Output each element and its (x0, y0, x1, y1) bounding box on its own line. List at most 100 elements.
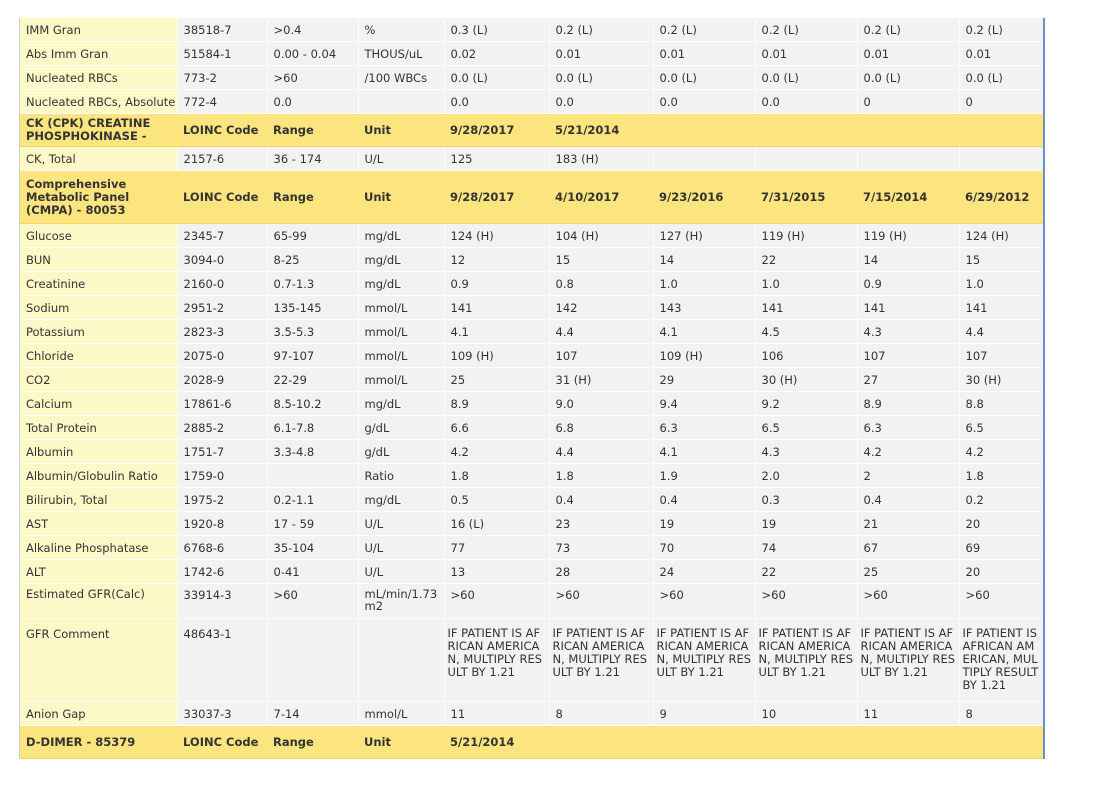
cell-value-3: 9 (653, 701, 756, 726)
cell-value-1: 109 (H) (444, 343, 550, 368)
cell-value-4: 0.2 (L) (755, 18, 858, 42)
cell-loinc: 3094-0 (177, 247, 268, 272)
cell-range: 135-145 (267, 295, 359, 320)
cell-value-5 (857, 146, 960, 171)
table-row: Albumin 1751-7 3.3-4.8 g/dL 4.2 4.4 4.1 4.3 4.2 4… (20, 439, 1043, 464)
cell-value-3: 143 (653, 295, 756, 320)
table-row: Calcium 17861-6 8.5-10.2 mg/dL 8.9 9.0 9.4 9.2 8… (20, 391, 1043, 416)
lab-results-table: IMM Gran 38518-7 >0.4% 0.3 (L) 0.2 (L) 0.2 (L… (20, 18, 1043, 759)
cell-value-1: 25 (444, 367, 550, 392)
cell-value-2: 28 (549, 559, 654, 584)
cell-range: 0-41 (267, 559, 359, 584)
cell-value-3: 0.4 (653, 487, 756, 512)
header-date-3: 9/23/2016 (653, 170, 755, 224)
cell-unit (358, 618, 445, 702)
cell-value-6: 124 (H) (959, 223, 1043, 248)
cell-loinc: 48643-1 (177, 618, 268, 702)
cell-name: CK, Total (20, 146, 178, 171)
lab-results-table-container: IMM Gran 38518-7 >0.4% 0.3 (L) 0.2 (L) 0.2 (L… (19, 18, 1045, 759)
cell-value-2: 31 (H) (549, 367, 654, 392)
table-row: Chloride 2075-0 97-107 mmol/L 109 (H) 107 109 … (20, 343, 1043, 368)
cell-name: Estimated GFR(Calc) (20, 583, 178, 619)
cell-range: 6.1-7.8 (267, 415, 359, 440)
header-date-2: 5/21/2014 (549, 113, 653, 147)
cell-value-4: 6.5 (755, 415, 858, 440)
table-row: Sodium 2951-2 135-145 mmol/L 141 142 143 141 141… (20, 295, 1043, 320)
cell-value-3: 70 (653, 535, 756, 560)
cell-loinc: 772-4 (177, 89, 268, 114)
cell-value-1: 12 (444, 247, 550, 272)
cell-name: IMM Gran (20, 18, 178, 42)
cell-value-3: 4.1 (653, 439, 756, 464)
header-date-5 (857, 113, 959, 147)
cell-value-6: 0.2 (L) (959, 18, 1043, 42)
cell-unit: mg/dL (358, 223, 445, 248)
cell-name: GFR Comment (20, 618, 178, 702)
cell-value-3: 1.9 (653, 463, 756, 488)
cell-loinc: 2075-0 (177, 343, 268, 368)
cell-value-5: 141 (857, 295, 960, 320)
cell-value-5: 8.9 (857, 391, 960, 416)
cell-value-6: 20 (959, 559, 1043, 584)
header-date-2: 4/10/2017 (549, 170, 653, 224)
cell-value-2: 0.8 (549, 271, 654, 296)
cell-value-3: 29 (653, 367, 756, 392)
cell-value-4: IF PATIENT IS AFRICAN AMERICAN, MULTIPLY… (755, 618, 858, 702)
cell-value-5: 0.0 (L) (857, 65, 960, 90)
cell-name: Albumin (20, 439, 178, 464)
cell-range: 8.5-10.2 (267, 391, 359, 416)
cell-value-2: 73 (549, 535, 654, 560)
cell-value-1: 141 (444, 295, 550, 320)
table-row: Anion Gap 33037-3 7-14 mmol/L 11 8 9 10 11 8 (20, 701, 1043, 726)
cell-value-3: 109 (H) (653, 343, 756, 368)
cell-value-4: 4.5 (755, 319, 858, 344)
cell-value-4: 74 (755, 535, 858, 560)
header-date-6: 6/29/2012 (959, 170, 1043, 224)
cell-value-2: 183 (H) (549, 146, 654, 171)
table-row: Abs Imm Gran 51584-1 0.00 - 0.04 THOUS/uL 0.… (20, 41, 1043, 66)
header-unit: Unit (358, 170, 444, 224)
cell-value-1: 13 (444, 559, 550, 584)
cell-value-2: 0.0 (L) (549, 65, 654, 90)
cell-value-5: 0.01 (857, 41, 960, 66)
cell-loinc: 2028-9 (177, 367, 268, 392)
cell-range: 0.2-1.1 (267, 487, 359, 512)
table-row: Nucleated RBCs 773-2 >60/100 WBCs 0.0 (L) 0.… (20, 65, 1043, 90)
cell-value-6: 8.8 (959, 391, 1043, 416)
cell-unit: g/dL (358, 415, 445, 440)
cell-value-5: 21 (857, 511, 960, 536)
cell-value-1: 0.02 (444, 41, 550, 66)
cell-name: AST (20, 511, 178, 536)
cell-value-2: >60 (549, 583, 654, 619)
cell-value-4: 2.0 (755, 463, 858, 488)
cell-value-6: 1.8 (959, 463, 1043, 488)
cell-range: 17 - 59 (267, 511, 359, 536)
cell-value-2: 0.2 (L) (549, 18, 654, 42)
cell-value-2: 142 (549, 295, 654, 320)
cell-value-2: 0.4 (549, 487, 654, 512)
cell-range: 3.5-5.3 (267, 319, 359, 344)
header-date-3 (653, 725, 755, 759)
cell-name: Albumin/Globulin Ratio (20, 463, 178, 488)
cell-value-6: 15 (959, 247, 1043, 272)
cell-value-5: 67 (857, 535, 960, 560)
cell-value-4 (755, 146, 858, 171)
cell-loinc: 2345-7 (177, 223, 268, 248)
cell-value-4: 4.3 (755, 439, 858, 464)
cell-value-5: 107 (857, 343, 960, 368)
cell-value-6: IF PATIENT IS AFRICAN AMERICAN, MULTIPLY… (959, 618, 1043, 702)
cell-value-6: 141 (959, 295, 1043, 320)
cell-value-3: 19 (653, 511, 756, 536)
cell-value-2: IF PATIENT IS AFRICAN AMERICAN, MULTIPLY… (549, 618, 654, 702)
cell-value-4: 19 (755, 511, 858, 536)
cell-value-1: 0.0 (444, 89, 550, 114)
cell-value-4: 0.3 (755, 487, 858, 512)
cell-value-5: 4.2 (857, 439, 960, 464)
cell-value-3: 0.0 (653, 89, 756, 114)
cell-name: BUN (20, 247, 178, 272)
header-loinc: LOINC Code (177, 113, 267, 147)
table-row: ALT 1742-6 0-41 U/L 13 28 24 22 25 20 (20, 559, 1043, 584)
cell-value-2: 23 (549, 511, 654, 536)
cell-loinc: 1742-6 (177, 559, 268, 584)
cell-value-5: 25 (857, 559, 960, 584)
